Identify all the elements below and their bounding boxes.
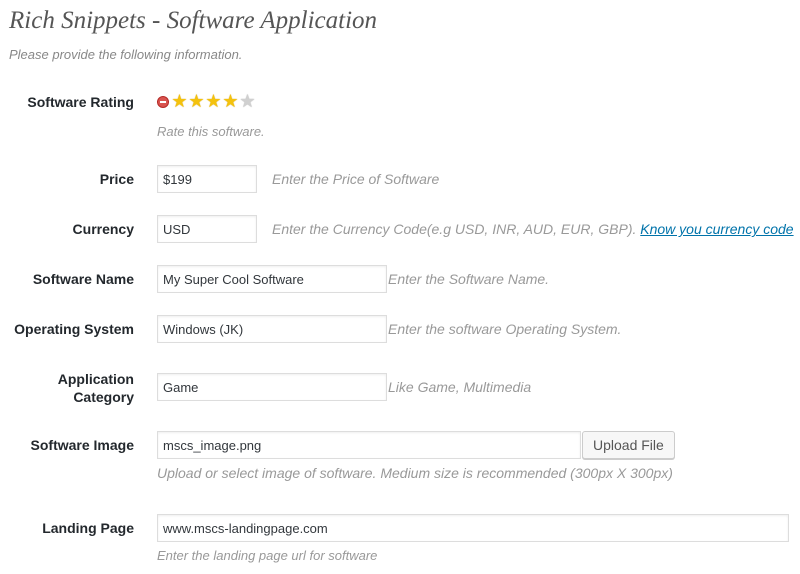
star-icon[interactable]: ★ [205, 93, 222, 111]
software-rating-label: Software Rating [27, 94, 134, 110]
currency-hint: Enter the Currency Code(e.g USD, INR, AU… [272, 220, 794, 238]
application-category-hint: Like Game, Multimedia [388, 379, 532, 395]
software-image-label: Software Image [30, 437, 134, 453]
application-category-label-line1: Application [57, 371, 134, 387]
price-hint: Enter the Price of Software [272, 171, 440, 187]
operating-system-hint: Enter the software Operating System. [388, 321, 622, 337]
software-name-label: Software Name [32, 271, 134, 287]
page-title: Rich Snippets - Software Application [9, 7, 378, 34]
currency-label: Currency [72, 221, 134, 237]
landing-page-input[interactable] [157, 514, 789, 542]
price-input[interactable] [157, 165, 257, 193]
operating-system-input[interactable] [157, 315, 387, 343]
upload-file-button[interactable]: Upload File [582, 431, 675, 459]
star-icon[interactable]: ★ [222, 93, 239, 111]
cancel-rating-icon[interactable] [157, 96, 169, 108]
currency-hint-text: Enter the Currency Code(e.g USD, INR, AU… [272, 221, 637, 237]
star-icon[interactable]: ★ [171, 93, 188, 111]
price-label: Price [99, 171, 134, 187]
software-image-hint: Upload or select image of software. Medi… [157, 465, 673, 481]
software-rating-hint: Rate this software. [157, 124, 265, 139]
star-icon[interactable]: ★ [188, 93, 205, 111]
application-category-input[interactable] [157, 373, 387, 401]
application-category-label-line2: Category [73, 389, 134, 405]
software-image-input[interactable] [157, 431, 581, 459]
currency-input[interactable] [157, 215, 257, 243]
page-intro: Please provide the following information… [9, 47, 243, 62]
landing-page-hint: Enter the landing page url for software [157, 548, 378, 563]
application-category-label: Application Category [58, 370, 134, 406]
software-rating-stars[interactable]: ★ ★ ★ ★ ★ [157, 93, 256, 111]
software-name-hint: Enter the Software Name. [388, 271, 550, 287]
currency-code-link[interactable]: Know you currency code [640, 221, 793, 237]
landing-page-label: Landing Page [42, 520, 134, 536]
software-name-input[interactable] [157, 265, 387, 293]
star-icon[interactable]: ★ [239, 93, 256, 111]
operating-system-label: Operating System [14, 321, 134, 337]
